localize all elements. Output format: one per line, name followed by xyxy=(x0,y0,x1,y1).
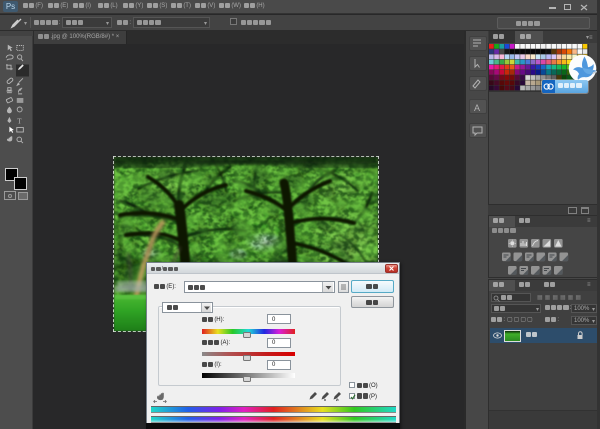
svg-text:A: A xyxy=(474,103,480,113)
svg-text:T: T xyxy=(17,116,22,125)
